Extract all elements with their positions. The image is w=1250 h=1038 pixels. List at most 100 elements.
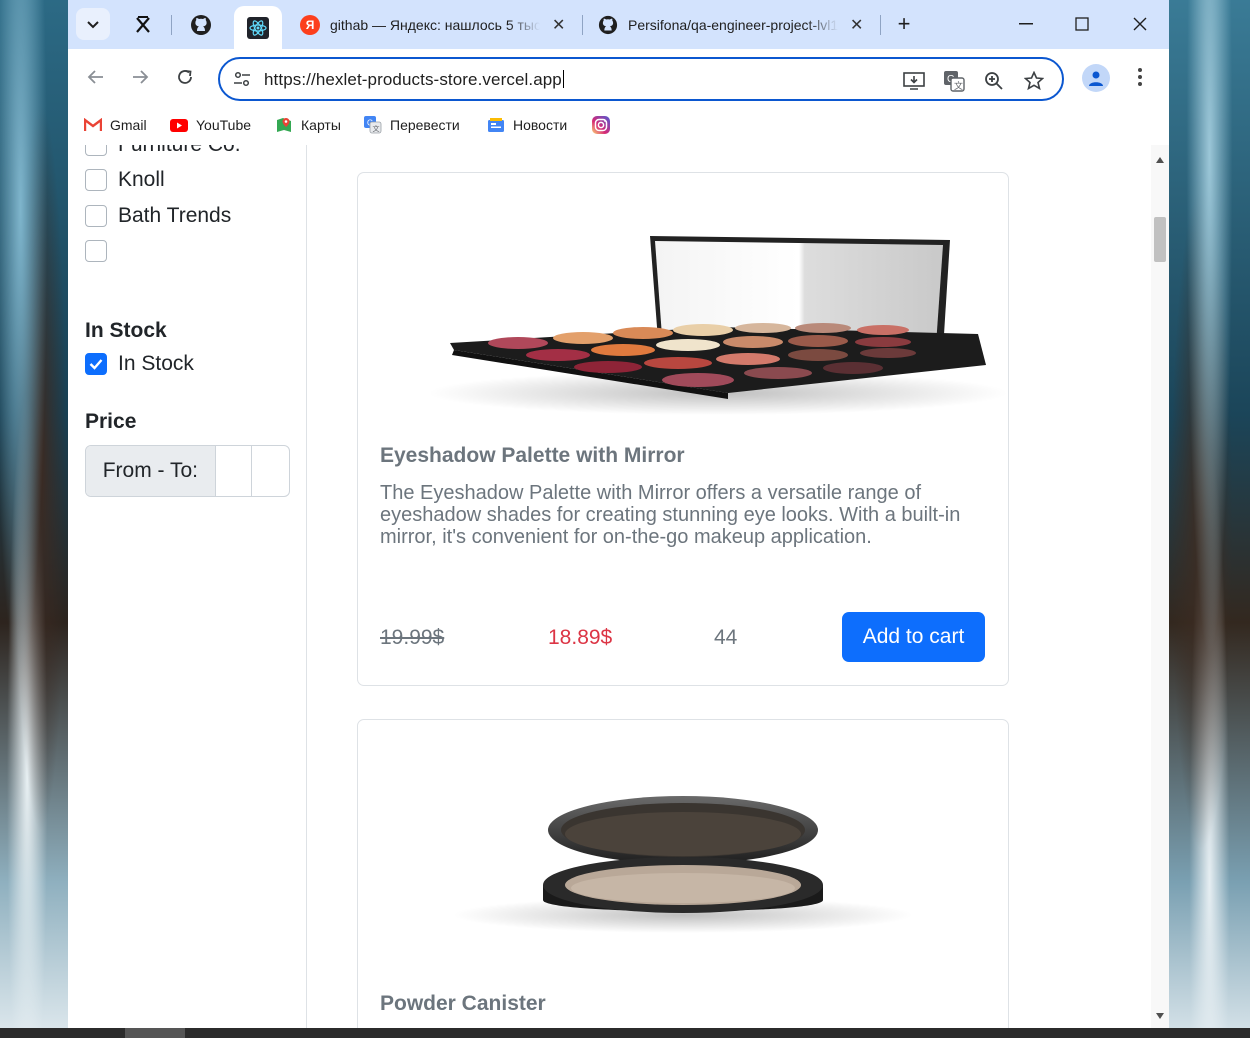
- browser-menu-button[interactable]: [1130, 63, 1150, 91]
- bookmark-label: Gmail: [110, 117, 147, 133]
- page-scrollbar[interactable]: [1151, 145, 1169, 1028]
- product-card: Powder Canister: [357, 719, 1009, 1028]
- product-image: [358, 193, 1008, 433]
- tab-active-react[interactable]: [234, 6, 282, 49]
- close-icon[interactable]: ✕: [850, 15, 863, 35]
- price-range-group: From - To:: [85, 445, 290, 497]
- tab-separator: [582, 15, 583, 35]
- filter-in-stock[interactable]: In Stock: [85, 352, 194, 376]
- bookmark-youtube[interactable]: YouTube: [170, 115, 251, 135]
- x-logo-icon: [136, 16, 150, 33]
- checkbox[interactable]: [85, 169, 107, 191]
- minimize-button[interactable]: [1006, 10, 1046, 38]
- old-price: 19.99$: [380, 626, 445, 649]
- bookmark-gmail[interactable]: Gmail: [84, 115, 147, 135]
- filter-sidebar: Furniture Co. Knoll Bath Trends In Stock…: [68, 145, 307, 1028]
- forward-arrow-icon: [133, 70, 149, 84]
- svg-text:文: 文: [373, 124, 380, 133]
- tab-title: githab — Яндекс: нашлось 5 тыс. результа…: [330, 17, 540, 33]
- reload-button[interactable]: [171, 63, 199, 91]
- checkbox-label: Knoll: [118, 168, 165, 191]
- maximize-icon: [1075, 17, 1089, 31]
- github-icon: [191, 15, 211, 35]
- checkbox-checked[interactable]: [85, 353, 107, 375]
- maps-icon: [275, 117, 293, 133]
- tab-github-repo[interactable]: Persifona/qa-engineer-project-lvl1 ✕: [598, 8, 863, 42]
- desktop-wallpaper-right: [1169, 0, 1250, 1038]
- bookmark-label: Перевести: [390, 117, 460, 133]
- minimize-icon: [1019, 23, 1033, 25]
- checkbox[interactable]: [85, 205, 107, 227]
- stock-filter-title: In Stock: [85, 319, 167, 342]
- back-button[interactable]: [82, 63, 110, 91]
- price-filter-title: Price: [85, 410, 137, 433]
- translate-icon[interactable]: G文: [942, 69, 966, 93]
- checkbox-label: Furniture Co.: [118, 145, 241, 157]
- checkbox[interactable]: [85, 240, 107, 262]
- product-title[interactable]: Powder Canister: [380, 992, 546, 1016]
- maximize-button[interactable]: [1062, 10, 1102, 38]
- new-tab-button[interactable]: +: [890, 10, 918, 38]
- youtube-icon: [170, 117, 188, 133]
- news-icon: [487, 117, 505, 133]
- tab-yandex[interactable]: Я githab — Яндекс: нашлось 5 тыс. резуль…: [300, 8, 565, 42]
- product-image: [358, 740, 1008, 980]
- bookmark-label: YouTube: [196, 117, 252, 133]
- price-from-input[interactable]: [216, 446, 253, 496]
- yandex-icon: Я: [300, 15, 320, 35]
- tab-separator: [171, 15, 172, 35]
- navigation-toolbar: https://hexlet-products-store.vercel.app…: [68, 49, 1169, 105]
- checkbox-label: Bath Trends: [118, 204, 232, 227]
- instagram-icon: [592, 116, 610, 134]
- close-window-button[interactable]: [1120, 10, 1160, 38]
- bookmark-translate[interactable]: G文 Перевести: [364, 115, 460, 135]
- install-app-icon[interactable]: [902, 69, 926, 93]
- tab-title: Persifona/qa-engineer-project-lvl1: [628, 17, 838, 33]
- scrollbar-thumb[interactable]: [1154, 217, 1166, 262]
- translate-icon: G文: [364, 116, 382, 134]
- scroll-up-arrow-icon[interactable]: [1156, 157, 1164, 163]
- tab-search-button[interactable]: [76, 8, 110, 40]
- url-text[interactable]: https://hexlet-products-store.vercel.app: [264, 70, 564, 90]
- person-icon: [1089, 71, 1103, 86]
- browser-window: Я githab — Яндекс: нашлось 5 тыс. резуль…: [68, 0, 1169, 1028]
- scroll-down-arrow-icon[interactable]: [1156, 1013, 1164, 1019]
- reload-icon: [178, 70, 192, 84]
- zoom-icon[interactable]: [982, 69, 1006, 93]
- bookmark-news[interactable]: Новости: [487, 115, 567, 135]
- react-icon: [247, 16, 269, 39]
- pinned-tab-github[interactable]: [186, 10, 216, 40]
- sale-price: 18.89$: [548, 626, 613, 649]
- bookmark-star-icon[interactable]: [1022, 69, 1046, 93]
- checkbox[interactable]: [85, 145, 107, 156]
- back-arrow-icon: [87, 70, 103, 84]
- taskbar-item[interactable]: [125, 1028, 185, 1038]
- bookmark-instagram[interactable]: [592, 115, 618, 135]
- filter-brand-empty[interactable]: [85, 239, 118, 263]
- filter-brand-furniture[interactable]: Furniture Co.: [85, 145, 241, 157]
- pinned-tab-x[interactable]: [128, 10, 158, 40]
- checkbox-label: In Stock: [118, 352, 194, 375]
- close-icon[interactable]: ✕: [552, 15, 565, 35]
- price-to-input[interactable]: [252, 446, 289, 496]
- svg-text:文: 文: [954, 80, 963, 91]
- add-to-cart-button[interactable]: Add to cart: [842, 612, 985, 662]
- tab-strip: Я githab — Яндекс: нашлось 5 тыс. резуль…: [68, 0, 1169, 49]
- price-range-label: From - To:: [86, 446, 216, 496]
- bookmark-maps[interactable]: Карты: [275, 115, 341, 135]
- product-title[interactable]: Eyeshadow Palette with Mirror: [380, 444, 685, 468]
- github-icon: [598, 15, 618, 35]
- forward-button[interactable]: [126, 63, 154, 91]
- profile-avatar[interactable]: [1082, 64, 1110, 92]
- gmail-icon: [84, 117, 102, 133]
- checkmark-icon: [89, 359, 103, 370]
- bookmark-label: Новости: [513, 117, 568, 133]
- site-info-icon[interactable]: [232, 69, 252, 89]
- filter-brand-knoll[interactable]: Knoll: [85, 168, 165, 192]
- bookmarks-bar: Gmail YouTube Карты G文 Перевести Новости: [68, 105, 1169, 145]
- tab-separator: [880, 15, 881, 35]
- close-icon: [1133, 17, 1147, 31]
- filter-brand-bath-trends[interactable]: Bath Trends: [85, 204, 231, 228]
- address-bar[interactable]: https://hexlet-products-store.vercel.app…: [218, 57, 1064, 101]
- page-viewport: Furniture Co. Knoll Bath Trends In Stock…: [68, 145, 1169, 1028]
